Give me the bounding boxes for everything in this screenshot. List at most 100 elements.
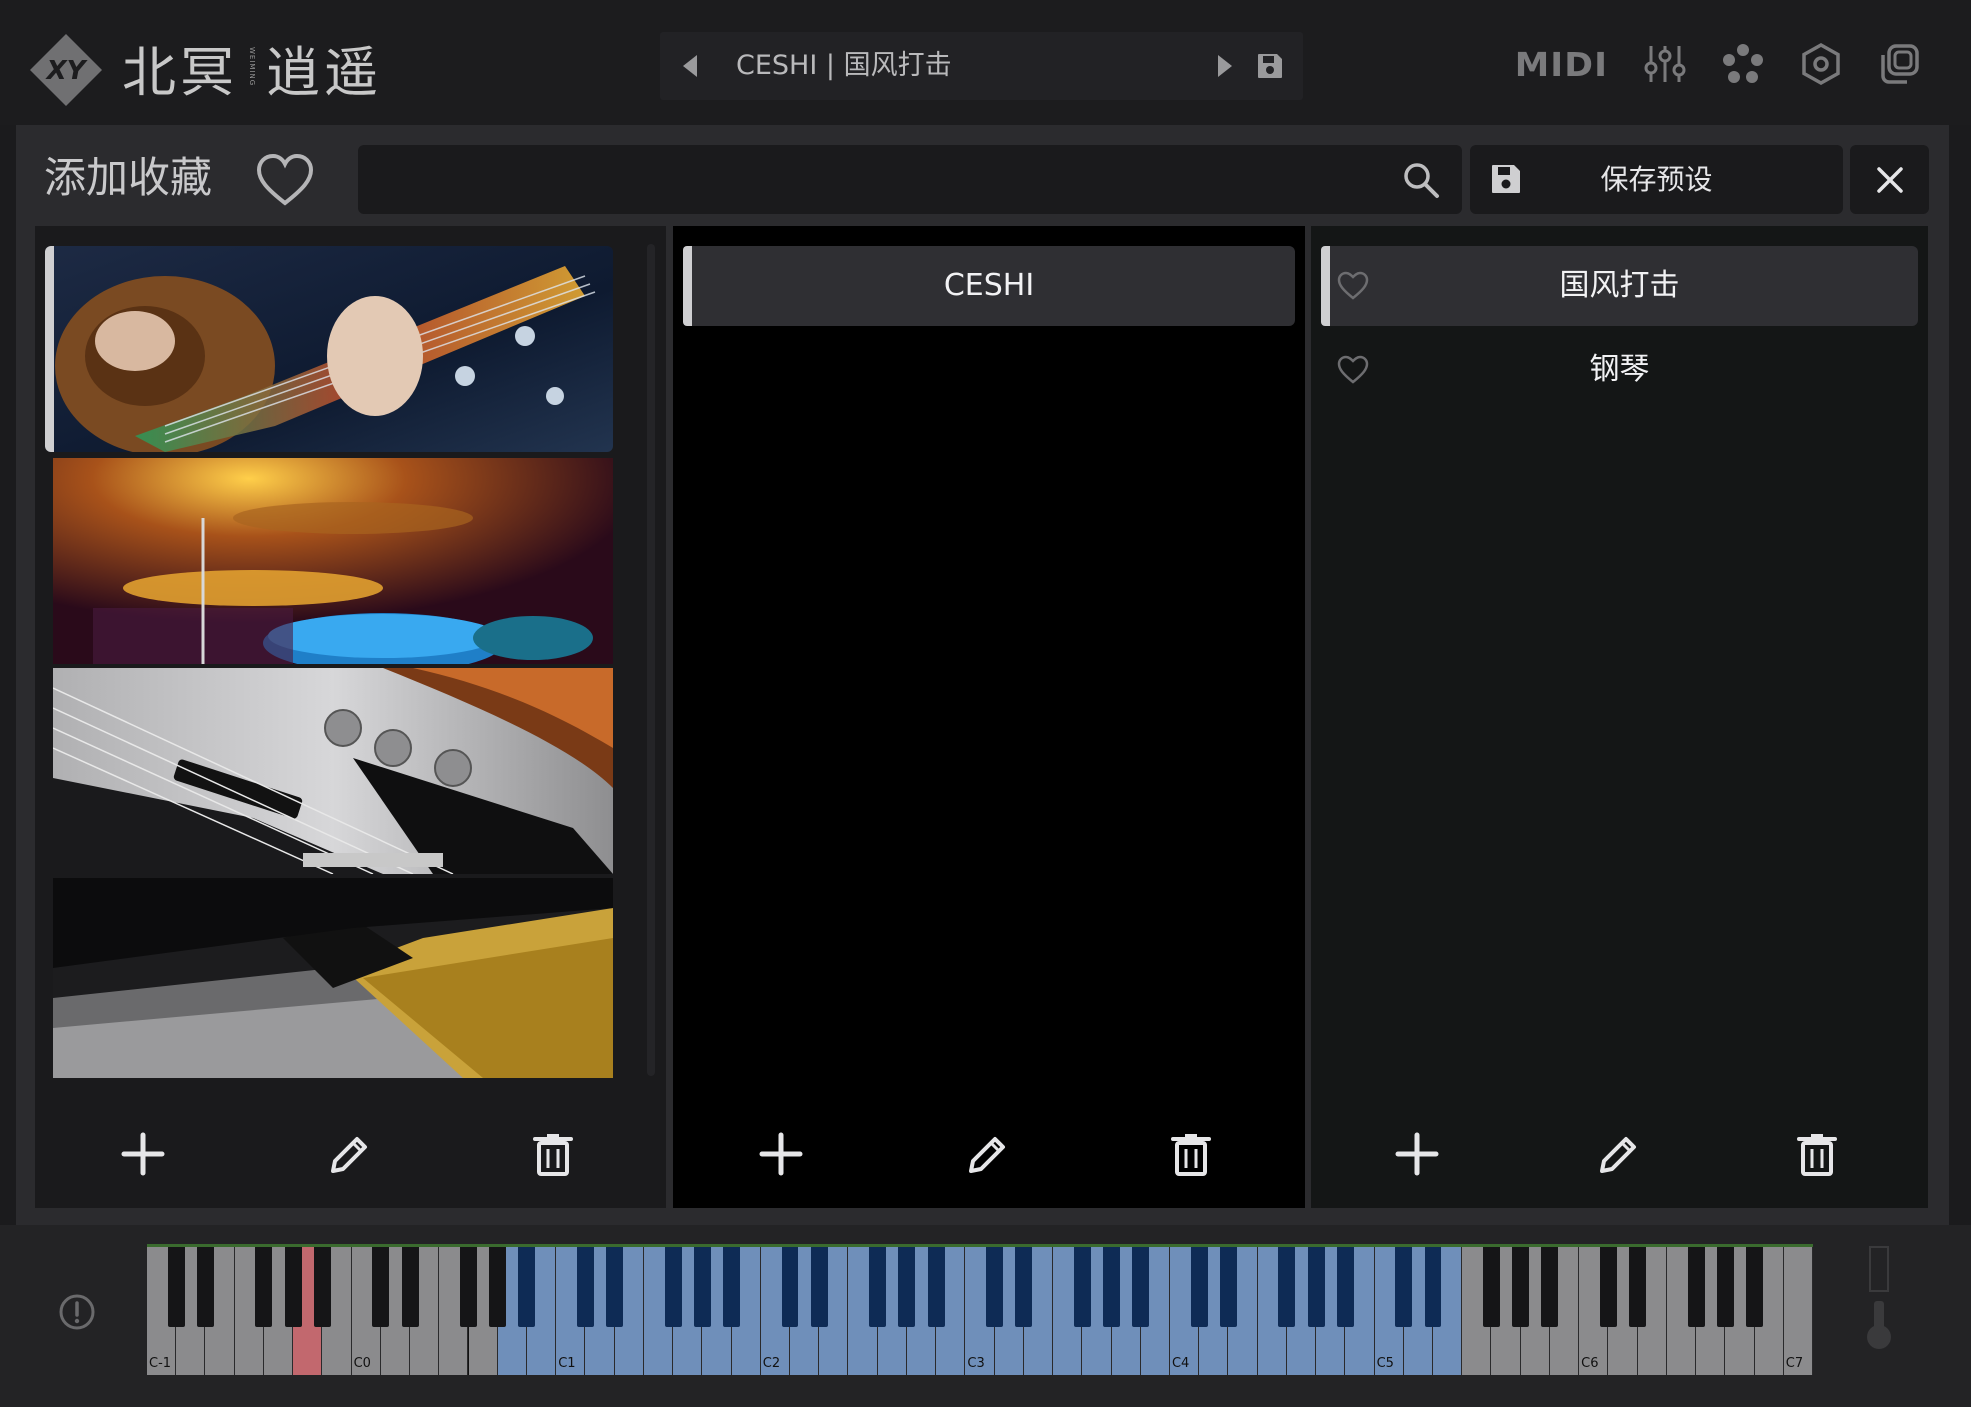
black-key[interactable] (664, 1247, 682, 1327)
preset-item[interactable]: 国风打击 (1321, 246, 1918, 326)
preset-item[interactable]: 钢琴 (1321, 330, 1918, 410)
search-icon (1404, 163, 1439, 198)
delete-bank-button[interactable] (1163, 1126, 1219, 1182)
black-key[interactable] (927, 1247, 945, 1327)
black-key[interactable] (1190, 1247, 1208, 1327)
black-key[interactable] (606, 1247, 624, 1327)
logo-text-2: 逍遥 (266, 40, 382, 104)
black-key[interactable] (313, 1247, 331, 1327)
category-footer (35, 1114, 666, 1194)
flower-icon (1723, 44, 1763, 83)
settings-button[interactable] (1796, 34, 1846, 94)
logo-title: 北冥 WEIMING 逍遥 (122, 30, 382, 104)
category-bass[interactable] (53, 668, 613, 874)
search-box (358, 145, 1462, 214)
black-key[interactable] (1278, 1247, 1296, 1327)
black-key[interactable] (1541, 1247, 1559, 1327)
black-key[interactable] (1103, 1247, 1120, 1327)
logo-subtitle: WEIMING (248, 47, 256, 87)
black-key[interactable] (489, 1247, 507, 1327)
search-input[interactable] (372, 153, 1372, 205)
white-key[interactable]: C7 (1783, 1247, 1813, 1375)
black-key[interactable] (518, 1247, 536, 1327)
add-favorite-button[interactable] (254, 150, 316, 210)
octave-label: C-1 (149, 1356, 172, 1371)
edit-preset-button[interactable] (1589, 1126, 1645, 1182)
category-drums[interactable] (53, 458, 613, 664)
black-key[interactable] (810, 1247, 828, 1327)
next-preset-icon (1218, 55, 1232, 77)
category-scrollbar[interactable] (647, 244, 655, 1076)
category-guitar[interactable] (45, 246, 613, 452)
current-preset-name[interactable]: CESHI | 国风打击 (736, 32, 952, 100)
layers-button[interactable] (1874, 34, 1924, 94)
black-key[interactable] (576, 1247, 594, 1327)
black-key[interactable] (1073, 1247, 1091, 1327)
trash-icon (533, 1134, 573, 1176)
black-key[interactable] (1629, 1247, 1647, 1327)
piano-image (53, 878, 613, 1078)
black-key[interactable] (1716, 1247, 1734, 1327)
mixer-button[interactable] (1640, 34, 1690, 94)
save-preset-button[interactable]: 保存预设 (1470, 145, 1843, 214)
bank-item[interactable]: CESHI (683, 246, 1295, 326)
black-key[interactable] (1132, 1247, 1150, 1327)
black-key[interactable] (255, 1247, 273, 1327)
add-preset-button[interactable] (1389, 1126, 1445, 1182)
midi-icon: MIDI (1514, 44, 1608, 84)
black-key[interactable] (723, 1247, 741, 1327)
delete-category-button[interactable] (525, 1126, 581, 1182)
octave-label: C5 (1376, 1356, 1394, 1371)
black-key[interactable] (693, 1247, 711, 1327)
black-key[interactable] (986, 1247, 1004, 1327)
black-key[interactable] (167, 1247, 185, 1327)
delete-preset-button[interactable] (1789, 1126, 1845, 1182)
category-column (35, 226, 666, 1208)
trash-icon (1171, 1134, 1211, 1176)
octave-label: C1 (558, 1356, 576, 1371)
add-category-button[interactable] (115, 1126, 171, 1182)
search-button[interactable] (1398, 157, 1444, 203)
next-preset-button[interactable] (1205, 46, 1245, 86)
black-key[interactable] (1395, 1247, 1413, 1327)
black-key[interactable] (1483, 1247, 1500, 1327)
black-key[interactable] (1512, 1247, 1530, 1327)
black-key[interactable] (869, 1247, 887, 1327)
effects-button[interactable] (1718, 34, 1768, 94)
preset-navigator: CESHI | 国风打击 (660, 32, 1303, 100)
black-key[interactable] (1599, 1247, 1617, 1327)
black-key[interactable] (372, 1247, 390, 1327)
info-icon[interactable] (58, 1293, 96, 1331)
prev-preset-icon (683, 55, 697, 77)
piano-keyboard[interactable]: C-1 C0 C1 C2 C3 C4 C5 C6 C7 (147, 1244, 1813, 1375)
add-bank-button[interactable] (753, 1126, 809, 1182)
black-key[interactable] (1424, 1247, 1442, 1327)
sustain-pedal-icon[interactable] (1864, 1245, 1894, 1355)
black-key[interactable] (1219, 1247, 1237, 1327)
black-key[interactable] (1336, 1247, 1354, 1327)
black-key[interactable] (460, 1247, 477, 1327)
preset-footer (1311, 1114, 1928, 1194)
black-key[interactable] (1307, 1247, 1325, 1327)
black-key[interactable] (898, 1247, 916, 1327)
edit-category-button[interactable] (320, 1126, 376, 1182)
category-piano[interactable] (53, 878, 613, 1078)
drums-image (53, 458, 613, 664)
trash-icon (1797, 1134, 1837, 1176)
pencil-icon (1600, 1137, 1636, 1173)
close-button[interactable] (1850, 145, 1929, 214)
midi-button[interactable]: MIDI (1514, 34, 1606, 94)
black-key[interactable] (1015, 1247, 1033, 1327)
edit-bank-button[interactable] (958, 1126, 1014, 1182)
save-preset-quick-button[interactable] (1250, 46, 1290, 86)
black-key[interactable] (196, 1247, 214, 1327)
black-key[interactable] (1687, 1247, 1705, 1327)
mixer-icon (1644, 46, 1686, 82)
prev-preset-button[interactable] (670, 46, 710, 86)
logo-badge: XY (30, 34, 102, 106)
black-key[interactable] (1746, 1247, 1763, 1327)
octave-label: C0 (353, 1356, 371, 1371)
black-key[interactable] (284, 1247, 302, 1327)
black-key[interactable] (781, 1247, 799, 1327)
black-key[interactable] (401, 1247, 419, 1327)
